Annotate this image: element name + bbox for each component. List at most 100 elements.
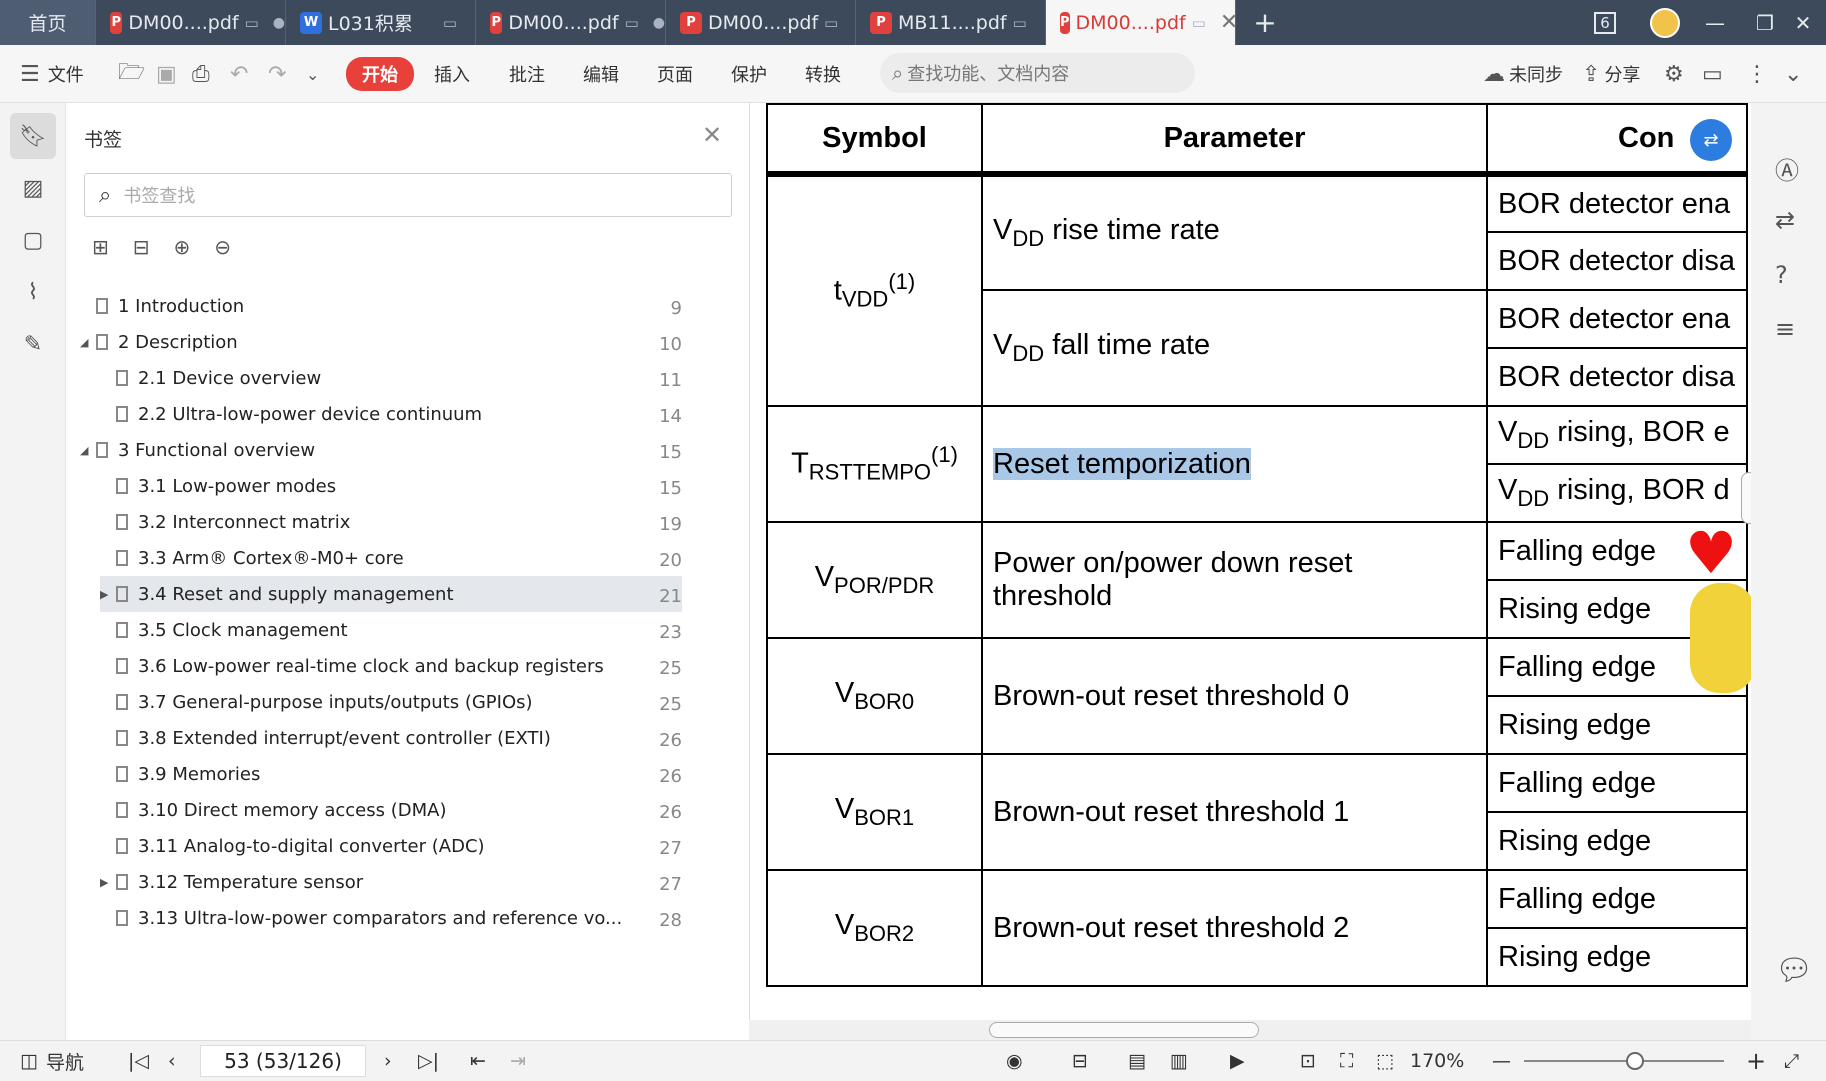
back-button[interactable]: ⇤ [470, 1041, 486, 1081]
tab-home[interactable]: 首页 [0, 0, 96, 45]
chat-button[interactable]: 💬︎ [1775, 953, 1813, 988]
last-page-button[interactable]: ▷| [418, 1041, 439, 1081]
open-button[interactable]: 🗁 [118, 45, 145, 103]
undo-button[interactable]: ↶ [230, 45, 248, 103]
tab-annotate[interactable]: 批注 [509, 45, 545, 103]
tab-doc[interactable]: W L031积累 ▭ [286, 0, 476, 45]
bookmark-item[interactable]: 3.11 Analog-to-digital converter (ADC) 27 [100, 828, 682, 864]
bookmark-item[interactable]: 2.1 Device overview 11 [100, 360, 682, 396]
collapse-all-icon[interactable]: ⊟ [133, 235, 150, 259]
zoom-slider-thumb[interactable] [1626, 1052, 1644, 1070]
function-search-input[interactable]: ⌕ 查找功能、文档内容 [880, 53, 1195, 93]
doc-horizontal-scrollbar[interactable] [749, 1020, 1751, 1040]
zoom-in-button[interactable]: + [1746, 1041, 1766, 1081]
tab-count-button[interactable]: 6 [1580, 0, 1630, 45]
bookmark-item[interactable]: 3.7 General-purpose inputs/outputs (GPIO… [100, 684, 682, 720]
expand-triangle-icon[interactable]: ▶ [100, 876, 112, 889]
expand-triangle-icon[interactable]: ▶ [100, 588, 112, 601]
tab-edit[interactable]: 编辑 [583, 45, 619, 103]
attachment-panel-button[interactable]: ⌇ [10, 269, 56, 315]
add-bookmark-icon[interactable]: ⊕ [174, 235, 191, 259]
scroll-thumb[interactable] [989, 1022, 1259, 1038]
fit-page-button[interactable]: ⛶ [1340, 1041, 1353, 1081]
param-reset-temporization[interactable]: Reset temporization [981, 405, 1488, 523]
close-window-button[interactable]: ✕ [1780, 0, 1826, 45]
bookmark-item[interactable]: 1 Introduction 9 [80, 288, 682, 324]
nav-toggle[interactable]: ◫ 导航 [20, 1041, 84, 1081]
bookmark-item[interactable]: 3.2 Interconnect matrix 19 [100, 504, 682, 540]
tab-pdf-1[interactable]: P DM00....pdf ▭ ● [96, 0, 286, 45]
tab-pdf-active[interactable]: P DM00....pdf ▭ ✕ [1046, 0, 1238, 45]
bookmark-item[interactable]: 3.3 Arm® Cortex®-M0+ core 20 [100, 540, 682, 576]
tab-protect[interactable]: 保护 [731, 45, 767, 103]
menu-label: 转换 [805, 65, 841, 86]
more-button[interactable]: ⋮ [1746, 45, 1768, 103]
eye-mode-button[interactable]: ◉ [1006, 1041, 1023, 1081]
zoom-slider[interactable] [1524, 1060, 1724, 1062]
fit-width-button[interactable]: ⬚ [1376, 1041, 1394, 1081]
close-icon[interactable]: ✕ [702, 121, 722, 149]
bookmark-item[interactable]: ◢ 2 Description 10 [80, 324, 682, 360]
two-page-button[interactable]: ▥ [1170, 1041, 1188, 1081]
file-menu[interactable]: ☰ 文件 [20, 45, 84, 103]
actual-size-button[interactable]: ⊡ [1300, 1041, 1316, 1081]
bookmark-item[interactable]: 2.2 Ultra-low-power device continuum 14 [100, 396, 682, 432]
signature-panel-button[interactable]: ✎ [10, 321, 56, 367]
zoom-select[interactable]: 170% [1410, 1041, 1464, 1081]
collapse-ribbon-button[interactable]: ⌄ [1784, 45, 1802, 103]
bookmark-item[interactable]: 3.13 Ultra-low-power comparators and ref… [100, 900, 682, 936]
collapse-triangle-icon[interactable]: ◢ [80, 444, 92, 457]
minimize-button[interactable]: — [1690, 0, 1740, 45]
translate-button[interactable]: ⇄ [1775, 206, 1795, 234]
page-number-input[interactable]: 53 (53/126) [200, 1045, 366, 1077]
bookmark-item[interactable]: 3.8 Extended interrupt/event controller … [100, 720, 682, 756]
bookmark-item[interactable]: 3.1 Low-power modes 15 [100, 468, 682, 504]
settings-button[interactable]: ⚙ [1664, 45, 1684, 103]
prev-page-button[interactable]: ‹ [168, 1041, 176, 1081]
bookmark-item[interactable]: 3.6 Low-power real-time clock and backup… [100, 648, 682, 684]
bookmark-panel-button[interactable]: 🔖︎ [10, 113, 56, 159]
zoom-out-button[interactable]: — [1492, 1041, 1511, 1081]
sync-button[interactable]: ☁ 未同步 [1483, 45, 1563, 103]
tab-insert[interactable]: 插入 [434, 45, 470, 103]
bookmark-item[interactable]: ▶ 3.12 Temperature sensor 27 [100, 864, 682, 900]
first-page-button[interactable]: |◁ [128, 1041, 149, 1081]
expand-all-icon[interactable]: ⊞ [92, 235, 109, 259]
bookmark-item[interactable]: 3.9 Memories 26 [100, 756, 682, 792]
bookmark-item[interactable]: ◢ 3 Functional overview 15 [80, 432, 682, 468]
play-button[interactable]: ▶ [1230, 1041, 1245, 1081]
share-button[interactable]: ⇪ 分享 [1582, 45, 1640, 103]
tab-pdf-2[interactable]: P DM00....pdf ▭ ● [476, 0, 666, 45]
bookmark-item-selected[interactable]: ▶ 3.4 Reset and supply management 21 [100, 576, 682, 612]
comment-panel-button[interactable]: ▢ [10, 217, 56, 263]
tab-page[interactable]: 页面 [657, 45, 693, 103]
bookmark-item[interactable]: 3.5 Clock management 23 [100, 612, 682, 648]
tab-pdf-3[interactable]: P DM00....pdf ▭ [666, 0, 856, 45]
tab-pdf-4[interactable]: P MB11....pdf ▭ [856, 0, 1046, 45]
single-page-button[interactable]: ▤ [1128, 1041, 1146, 1081]
ai-assist-button[interactable]: Ⓐ [1775, 151, 1799, 186]
tab-convert[interactable]: 转换 [805, 45, 841, 103]
next-page-button[interactable]: › [384, 1041, 392, 1081]
bookmark-search-input[interactable]: ⌕ 书签查找 [84, 173, 732, 217]
print-button[interactable]: ⎙ [192, 45, 210, 103]
help-button[interactable]: ? [1775, 261, 1788, 289]
delete-bookmark-icon[interactable]: ⊖ [214, 235, 231, 259]
close-tab-icon[interactable]: ✕ [1220, 10, 1238, 35]
feedback-button[interactable]: ▭ [1702, 45, 1723, 103]
continuous-view-button[interactable]: ⊟ [1072, 1041, 1088, 1081]
new-tab-button[interactable]: + [1240, 0, 1290, 45]
adjust-button[interactable]: ≡ [1775, 315, 1795, 343]
highlighted-text[interactable]: Reset temporization [993, 447, 1251, 480]
save-button[interactable]: ▣ [156, 45, 177, 103]
more-quick-button[interactable]: ⌄ [306, 45, 319, 103]
fullscreen-button[interactable]: ⤢ [1784, 1041, 1799, 1081]
tab-start[interactable]: 开始 [346, 45, 414, 103]
forward-button[interactable]: ⇥ [510, 1041, 526, 1081]
collapse-triangle-icon[interactable]: ◢ [80, 336, 92, 349]
thumbnail-panel-button[interactable]: ▨ [10, 165, 56, 211]
translate-float-icon[interactable]: ⇄ [1690, 119, 1732, 161]
bookmark-item[interactable]: 3.10 Direct memory access (DMA) 26 [100, 792, 682, 828]
avatar[interactable] [1640, 0, 1690, 45]
redo-button[interactable]: ↷ [268, 45, 286, 103]
